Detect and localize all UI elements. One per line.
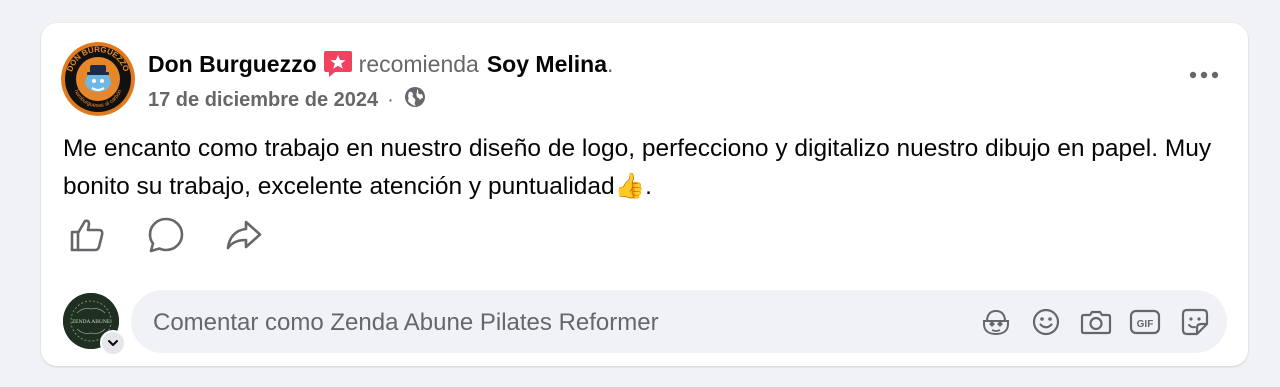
post-text: Me encanto como trabajo en nuestro diseñ… xyxy=(63,135,1212,200)
more-options-button[interactable] xyxy=(1183,59,1225,91)
share-button[interactable] xyxy=(222,213,266,257)
emoji-button[interactable] xyxy=(1030,306,1062,338)
profile-switch-chevron[interactable] xyxy=(100,330,126,356)
comment-button[interactable] xyxy=(144,213,188,257)
sticker-icon xyxy=(1181,308,1209,336)
camera-button[interactable] xyxy=(1080,306,1112,338)
meta-separator: · xyxy=(387,88,394,111)
author-name[interactable]: Don Burguezzo xyxy=(148,51,317,78)
emoji-icon xyxy=(1032,308,1060,336)
author-avatar[interactable]: DON BURGUEZZO hamburguesas al carbón xyxy=(61,42,135,116)
gif-icon: GIF xyxy=(1129,309,1161,335)
more-dots-icon xyxy=(1189,71,1219,79)
comment-composer: GIF xyxy=(131,290,1227,355)
comment-bubble-icon xyxy=(148,217,184,253)
post-card: DON BURGUEZZO hamburguesas al carbón Don… xyxy=(41,23,1248,366)
like-button[interactable] xyxy=(65,213,109,257)
globe-icon xyxy=(404,86,426,114)
avatar-sticker-button[interactable] xyxy=(980,306,1012,338)
svg-text:ZENDA ABUNE: ZENDA ABUNE xyxy=(72,319,111,325)
recommendation-star-icon xyxy=(323,49,353,79)
svg-text:GIF: GIF xyxy=(1137,319,1154,330)
sticker-button[interactable] xyxy=(1179,306,1211,338)
gif-button[interactable]: GIF xyxy=(1129,306,1161,338)
recommendation-verb: recomienda xyxy=(358,50,479,77)
comment-input[interactable] xyxy=(151,290,975,355)
post-header: Don Burguezzo recomienda Soy Melina. xyxy=(148,49,613,79)
post-date[interactable]: 17 de diciembre de 2024 xyxy=(148,89,378,112)
recommended-page-link[interactable]: Soy Melina xyxy=(487,51,607,78)
thumbs-up-icon xyxy=(70,219,104,252)
camera-icon xyxy=(1080,310,1112,335)
avatar-sticker-icon xyxy=(983,309,1009,336)
header-period: . xyxy=(607,50,614,77)
don-burguezzo-logo: DON BURGUEZZO hamburguesas al carbón xyxy=(61,42,135,116)
chevron-down-icon xyxy=(108,340,118,346)
post-meta: 17 de diciembre de 2024 · xyxy=(148,86,426,114)
share-arrow-icon xyxy=(226,220,262,250)
